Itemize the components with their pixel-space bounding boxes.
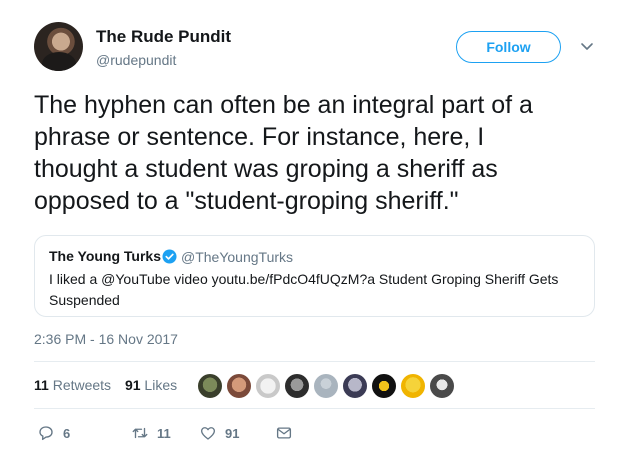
like-button[interactable]: 91 (199, 424, 239, 442)
quoted-author-handle: @TheYoungTurks (181, 249, 294, 265)
retweets-stat[interactable]: 11 Retweets (34, 377, 111, 393)
retweets-count: 11 (34, 377, 49, 393)
liker-avatar[interactable] (255, 373, 281, 399)
quoted-author-name: The Young Turks (49, 248, 162, 264)
reply-button[interactable]: 6 (37, 424, 70, 442)
reply-icon (39, 426, 53, 441)
follow-button[interactable]: Follow (456, 31, 561, 63)
quoted-tweet[interactable]: The Young Turks @TheYoungTurks I liked a… (34, 235, 595, 317)
retweet-count: 11 (157, 425, 171, 441)
liker-avatar[interactable] (342, 373, 368, 399)
author-avatar[interactable] (34, 22, 83, 71)
liker-avatar[interactable] (226, 373, 252, 399)
retweets-label: Retweets (52, 377, 112, 393)
quoted-tweet-text: I liked a @YouTube video youtu.be/fPdcO4… (49, 271, 559, 308)
engagement-stats: 11 Retweets 91 Likes (34, 377, 177, 393)
retweet-button[interactable]: 11 (131, 424, 171, 442)
author-display-name[interactable]: The Rude Pundit (96, 27, 231, 47)
liker-avatar[interactable] (429, 373, 455, 399)
likes-count: 91 (124, 377, 141, 393)
verified-badge-icon (162, 249, 177, 264)
tweet-text: The hyphen can often be an integral part… (34, 91, 533, 215)
liker-avatar[interactable] (400, 373, 426, 399)
reply-count: 6 (63, 425, 71, 441)
likes-stat[interactable]: 91 Likes (125, 377, 177, 393)
author-handle[interactable]: @rudepundit (96, 52, 176, 68)
retweet-icon (132, 427, 148, 439)
divider-top (34, 361, 595, 362)
like-count: 91 (225, 425, 240, 441)
like-icon (200, 427, 216, 440)
liker-avatar[interactable] (197, 373, 223, 399)
liker-avatar[interactable] (371, 373, 397, 399)
liker-avatar[interactable] (284, 373, 310, 399)
caret-down-icon[interactable] (579, 38, 595, 54)
liker-avatar[interactable] (313, 373, 339, 399)
likes-label: Likes (144, 377, 178, 393)
divider-bottom (34, 408, 595, 409)
message-button[interactable] (275, 424, 293, 442)
message-icon (276, 427, 292, 439)
tweet-timestamp[interactable]: 2:36 PM - 16 Nov 2017 (34, 331, 178, 347)
